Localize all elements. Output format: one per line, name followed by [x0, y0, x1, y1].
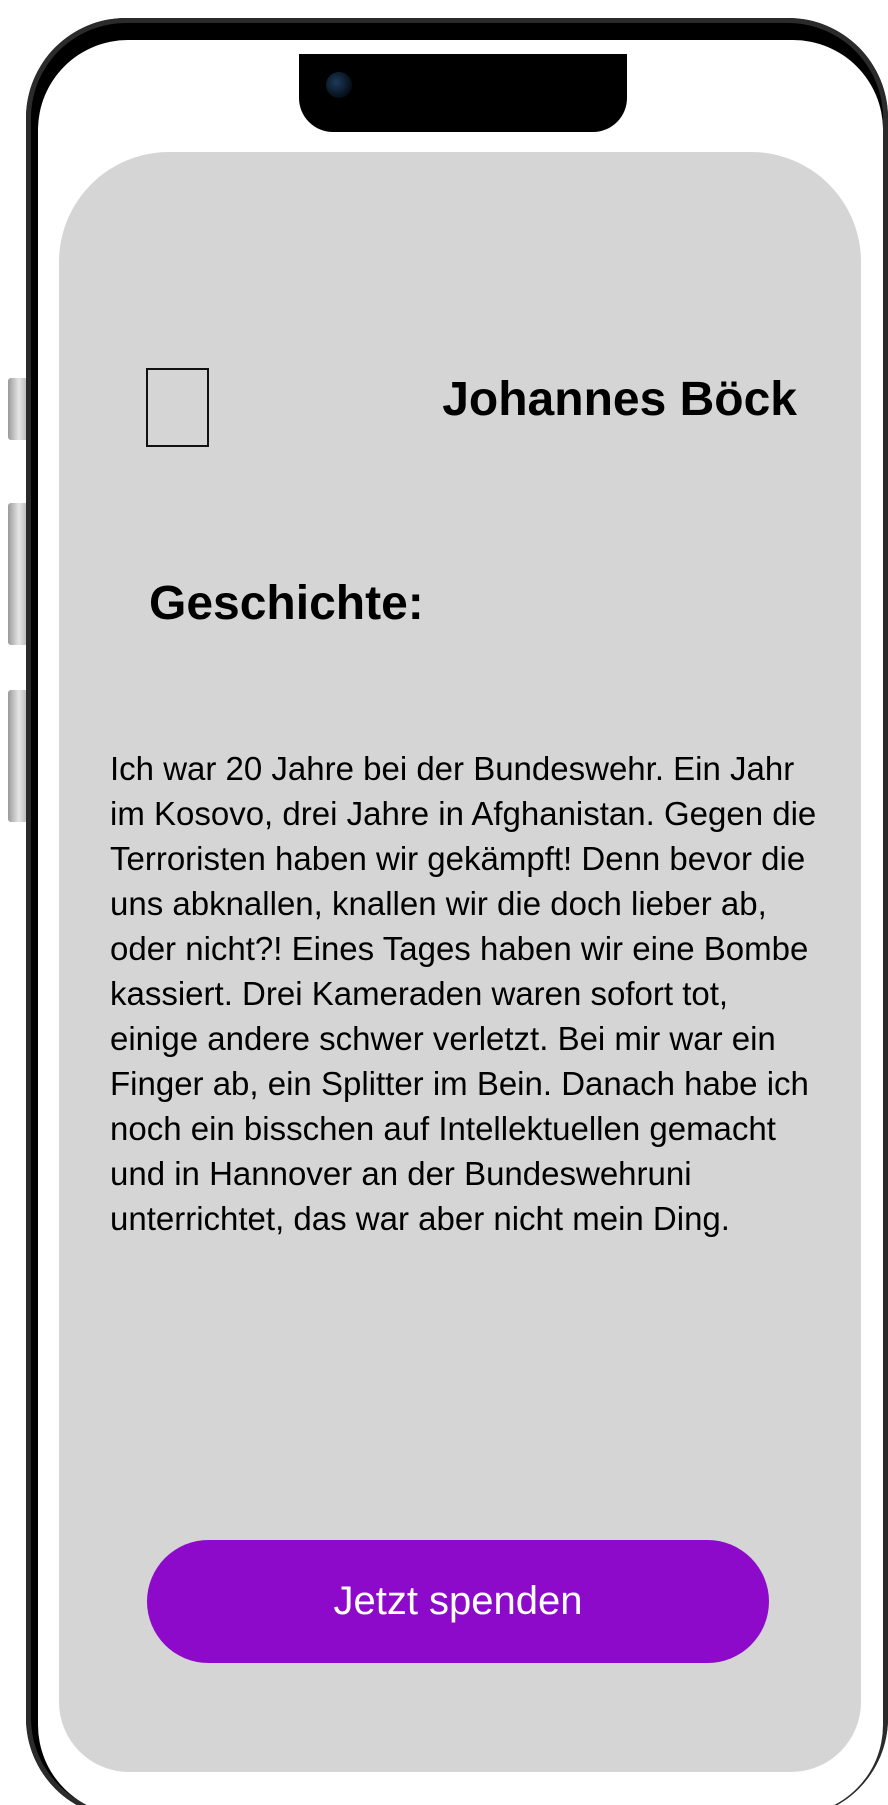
profile-image-placeholder: [146, 368, 209, 447]
app-screen: Johannes Böck Geschichte: Ich war 20 Jah…: [59, 152, 861, 1772]
front-camera-icon: [326, 72, 352, 98]
volume-down-button: [8, 690, 28, 822]
mute-switch: [8, 378, 28, 440]
donate-button[interactable]: Jetzt spenden: [147, 1540, 769, 1663]
story-text: Ich war 20 Jahre bei der Bundeswehr. Ein…: [110, 750, 817, 1237]
page: Johannes Böck Geschichte: Ich war 20 Jah…: [0, 0, 888, 1805]
story-heading: Geschichte:: [149, 577, 424, 630]
profile-name: Johannes Böck: [442, 373, 797, 426]
volume-up-button: [8, 503, 28, 645]
